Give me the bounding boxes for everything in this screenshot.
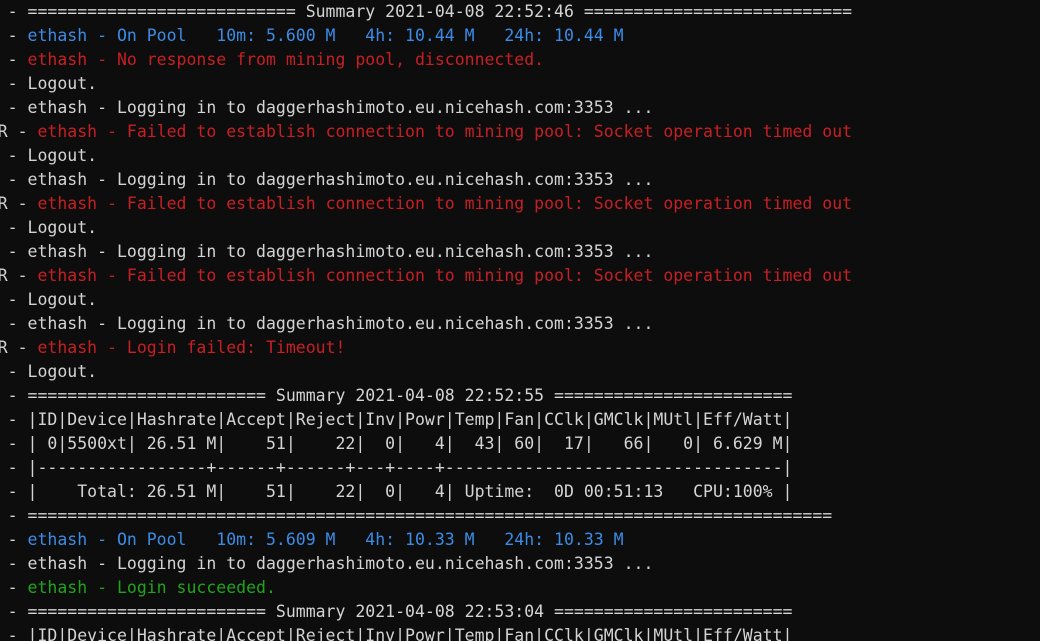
log-level-prefix: INFO -: [7, 74, 18, 93]
log-line: INFO - ethash - Logging in to daggerhash…: [0, 312, 852, 336]
log-message: ethash - Failed to establish connection …: [37, 266, 853, 285]
log-level-prefix: ERROR -: [0, 194, 28, 213]
log-message: ========================================…: [27, 506, 833, 525]
log-line: INFO - Logout.: [0, 144, 852, 168]
terminal-console[interactable]: INFO - =========================== Summa…: [0, 0, 1040, 641]
log-level-prefix: INFO -: [7, 410, 18, 429]
log-level-prefix: INFO -: [7, 2, 18, 21]
log-level-prefix: INFO -: [7, 98, 18, 117]
log-level-prefix: INFO -: [7, 554, 18, 573]
log-level-prefix: INFO -: [7, 434, 18, 453]
log-message: ethash - Logging in to daggerhashimoto.e…: [27, 242, 654, 261]
log-level-prefix: INFO -: [7, 242, 18, 261]
log-line: ERROR - ethash - Failed to establish con…: [0, 120, 852, 144]
log-level-prefix: INFO -: [7, 290, 18, 309]
log-message: | Total: 26.51 M| 51| 22| 0| 4| Uptime: …: [27, 482, 793, 501]
log-message: ethash - Login failed: Timeout!: [37, 338, 346, 357]
log-message: ethash - Logging in to daggerhashimoto.e…: [27, 554, 654, 573]
log-message: Logout.: [27, 218, 98, 237]
log-level-prefix: ERROR -: [0, 266, 28, 285]
log-line: INFO - Logout.: [0, 360, 852, 384]
log-line: INFO - ethash - Logging in to daggerhash…: [0, 240, 852, 264]
log-line: INFO - ethash - On Pool 10m: 5.600 M 4h:…: [0, 24, 852, 48]
log-line: INFO - ethash - On Pool 10m: 5.609 M 4h:…: [0, 528, 852, 552]
log-message: ethash - Failed to establish connection …: [37, 194, 853, 213]
log-message: | 0|5500xt| 26.51 M| 51| 22| 0| 4| 43| 6…: [27, 434, 793, 453]
log-message: Logout.: [27, 74, 98, 93]
log-line: INFO - | 0|5500xt| 26.51 M| 51| 22| 0| 4…: [0, 432, 852, 456]
log-message: ethash - Logging in to daggerhashimoto.e…: [27, 98, 654, 117]
log-line: INFO - Logout.: [0, 288, 852, 312]
log-level-prefix: INFO -: [7, 218, 18, 237]
log-line: INFO - Logout.: [0, 216, 852, 240]
log-level-prefix: INFO -: [7, 626, 18, 641]
log-message: Logout.: [27, 290, 98, 309]
log-message: |-----------------+------+------+---+---…: [27, 458, 793, 477]
terminal-scroll-viewport[interactable]: INFO - =========================== Summa…: [0, 0, 852, 641]
log-line: INFO - |-----------------+------+------+…: [0, 456, 852, 480]
log-line: INFO - ethash - Logging in to daggerhash…: [0, 552, 852, 576]
log-line: INFO - ethash - Logging in to daggerhash…: [0, 168, 852, 192]
log-message: ethash - Failed to establish connection …: [37, 122, 853, 141]
log-line: INFO - ethash - Login succeeded.: [0, 576, 852, 600]
log-line: INFO - =========================== Summa…: [0, 0, 852, 24]
log-line: WARN - ethash - No response from mining …: [0, 48, 852, 72]
log-line: ERROR - ethash - Failed to establish con…: [0, 192, 852, 216]
log-message: Logout.: [27, 362, 98, 381]
log-level-prefix: ERROR -: [0, 338, 28, 357]
log-line: INFO - |ID|Device|Hashrate|Accept|Reject…: [0, 408, 852, 432]
log-line: ERROR - ethash - Failed to establish con…: [0, 264, 852, 288]
log-line: INFO - |ID|Device|Hashrate|Accept|Reject…: [0, 624, 852, 641]
log-line: INFO - | Total: 26.51 M| 51| 22| 0| 4| U…: [0, 480, 852, 504]
log-line: INFO - ethash - Logging in to daggerhash…: [0, 96, 852, 120]
log-line: INFO - ======================== Summary …: [0, 384, 852, 408]
log-message: Logout.: [27, 146, 98, 165]
log-message: ethash - Logging in to daggerhashimoto.e…: [27, 170, 654, 189]
log-level-prefix: INFO -: [7, 530, 18, 549]
log-message: ethash - No response from mining pool, d…: [27, 50, 545, 69]
log-level-prefix: INFO -: [7, 314, 18, 333]
log-level-prefix: INFO -: [7, 506, 18, 525]
log-level-prefix: INFO -: [7, 482, 18, 501]
log-line: INFO - ======================== Summary …: [0, 600, 852, 624]
log-line: INFO - =================================…: [0, 504, 852, 528]
log-message: ethash - Login succeeded.: [27, 578, 276, 597]
log-level-prefix: INFO -: [7, 386, 18, 405]
log-message: ethash - On Pool 10m: 5.609 M 4h: 10.33 …: [27, 530, 624, 549]
log-line: INFO - Logout.: [0, 72, 852, 96]
log-level-prefix: WARN -: [7, 50, 18, 69]
log-line: ERROR - ethash - Login failed: Timeout!: [0, 336, 852, 360]
log-message: ethash - Logging in to daggerhashimoto.e…: [27, 314, 654, 333]
log-level-prefix: INFO -: [7, 26, 18, 45]
log-message: =========================== Summary 2021…: [27, 2, 853, 21]
log-level-prefix: INFO -: [7, 146, 18, 165]
log-message: ======================== Summary 2021-04…: [27, 386, 793, 405]
log-message: ======================== Summary 2021-04…: [27, 602, 793, 621]
log-message: |ID|Device|Hashrate|Accept|Reject|Inv|Po…: [27, 410, 793, 429]
log-message: |ID|Device|Hashrate|Accept|Reject|Inv|Po…: [27, 626, 793, 641]
log-level-prefix: INFO -: [7, 458, 18, 477]
log-level-prefix: INFO -: [7, 362, 18, 381]
log-level-prefix: INFO -: [7, 602, 18, 621]
log-level-prefix: INFO -: [7, 170, 18, 189]
log-level-prefix: ERROR -: [0, 122, 28, 141]
log-level-prefix: INFO -: [7, 578, 18, 597]
log-message: ethash - On Pool 10m: 5.600 M 4h: 10.44 …: [27, 26, 624, 45]
